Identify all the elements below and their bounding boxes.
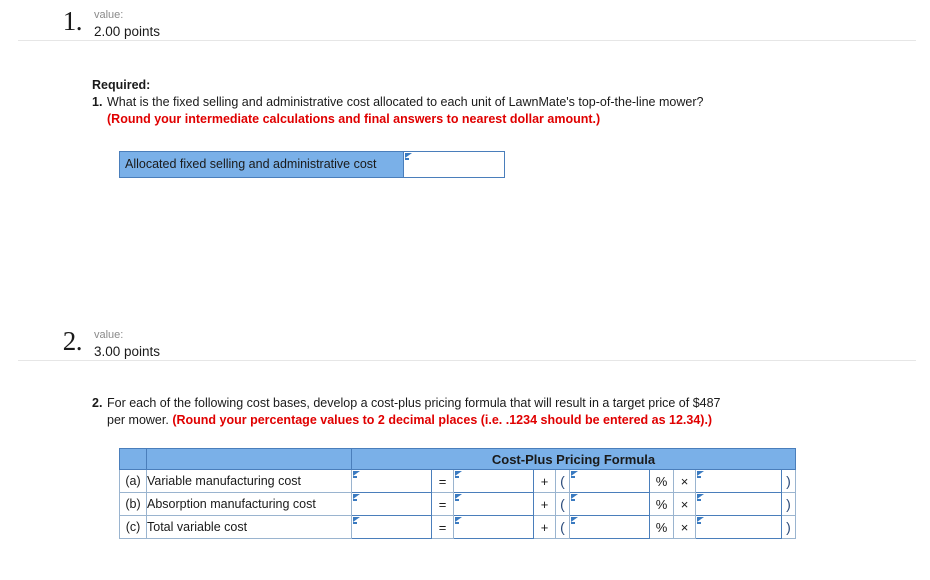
question-1-value-wrap: value: 2.00 points <box>94 6 160 40</box>
row-a-open-paren: ( <box>555 469 570 493</box>
row-c-base-cell[interactable] <box>453 515 534 539</box>
row-a-times-operator: × <box>673 469 696 493</box>
row-c-plus-operator: + <box>533 515 556 539</box>
table-row: (c) Total variable cost = + (% ×) <box>119 515 796 539</box>
row-b-open-paren: ( <box>555 492 570 516</box>
row-a-equals-operator: = <box>431 469 454 493</box>
row-b-price-input[interactable] <box>352 493 431 515</box>
allocated-cost-label: Allocated fixed selling and administrati… <box>119 151 404 178</box>
row-c-markup-cell[interactable] <box>569 515 650 539</box>
row-a-multiplier-input[interactable] <box>696 470 781 492</box>
question-1-points: 2.00 points <box>94 24 161 39</box>
question-2-points: 3.00 points <box>94 344 161 359</box>
row-c-price-input[interactable] <box>352 516 431 538</box>
row-c-percent-symbol: % <box>649 515 674 539</box>
required-label: Required: <box>92 78 151 92</box>
question-2-number: 2. <box>62 326 83 356</box>
row-b-price-cell[interactable] <box>351 492 432 516</box>
row-c-name: Total variable cost <box>146 515 352 539</box>
row-a-price-input[interactable] <box>352 470 431 492</box>
row-a-base-cell[interactable] <box>453 469 534 493</box>
question-2-value-wrap: value: 3.00 points <box>94 326 160 360</box>
allocated-cost-input[interactable] <box>404 152 504 177</box>
row-b-equals-operator: = <box>431 492 454 516</box>
question-2-text-red: (Round your percentage values to 2 decim… <box>172 412 713 427</box>
row-b-markup-input[interactable] <box>570 493 649 515</box>
row-c-open-paren: ( <box>555 515 570 539</box>
row-a-markup-cell[interactable] <box>569 469 650 493</box>
row-a-base-input[interactable] <box>454 470 533 492</box>
allocated-cost-input-cell[interactable] <box>403 151 505 178</box>
row-b-index: (b) <box>119 492 147 516</box>
question-1-body: Required: 1. What is the fixed selling a… <box>0 41 930 178</box>
row-a-multiplier-cell[interactable] <box>695 469 782 493</box>
question-1-header: 1. value: 2.00 points <box>0 0 930 40</box>
question-block-2: 2. value: 3.00 points 2. For each of the… <box>0 320 930 539</box>
question-1-text: What is the fixed selling and administra… <box>107 94 722 127</box>
row-a-index: (a) <box>119 469 147 493</box>
row-c-multiplier-input[interactable] <box>696 516 781 538</box>
allocated-cost-table: Allocated fixed selling and administrati… <box>119 151 505 178</box>
row-c-price-cell[interactable] <box>351 515 432 539</box>
table-row: (b) Absorption manufacturing cost = + ( <box>119 492 796 516</box>
row-c-close-paren: ) <box>781 515 796 539</box>
question-1-item-number: 1. <box>92 95 103 109</box>
row-a-price-cell[interactable] <box>351 469 432 493</box>
table-row: Allocated fixed selling and administrati… <box>119 151 505 178</box>
question-1-text-red: (Round your intermediate calculations an… <box>107 111 601 126</box>
cost-plus-header-row: Cost-Plus Pricing Formula <box>119 448 796 470</box>
question-1-number: 1. <box>62 6 83 36</box>
row-b-times-operator: × <box>673 492 696 516</box>
row-b-base-cell[interactable] <box>453 492 534 516</box>
question-2-item-number: 2. <box>92 396 103 410</box>
question-2-body: 2. For each of the following cost bases,… <box>0 361 930 539</box>
row-c-index: (c) <box>119 515 147 539</box>
row-a-markup-input[interactable] <box>570 470 649 492</box>
cost-plus-header-blank-name <box>146 448 352 470</box>
row-b-markup-cell[interactable] <box>569 492 650 516</box>
question-2-header: 2. value: 3.00 points <box>0 320 930 360</box>
row-c-base-input[interactable] <box>454 516 533 538</box>
table-row: (a) Variable manufacturing cost = + (% … <box>119 469 796 493</box>
row-c-markup-input[interactable] <box>570 516 649 538</box>
row-c-multiplier-cell[interactable] <box>695 515 782 539</box>
row-b-base-input[interactable] <box>454 493 533 515</box>
row-b-name: Absorption manufacturing cost <box>146 492 352 516</box>
cost-plus-header-title: Cost-Plus Pricing Formula <box>351 448 796 470</box>
question-1-text-row: 1. What is the fixed selling and adminis… <box>92 94 910 127</box>
row-b-close-paren: ) <box>781 492 796 516</box>
question-2-value-label: value: <box>94 329 124 341</box>
row-c-equals-operator: = <box>431 515 454 539</box>
question-1-value-label: value: <box>94 9 124 21</box>
row-a-percent-symbol: % <box>649 469 674 493</box>
question-2-text: For each of the following cost bases, de… <box>107 395 722 428</box>
cost-plus-header-blank-index <box>119 448 147 470</box>
row-b-plus-operator: + <box>533 492 556 516</box>
row-b-multiplier-input[interactable] <box>696 493 781 515</box>
question-1-text-plain: What is the fixed selling and administra… <box>107 95 704 109</box>
row-b-percent-symbol: % <box>649 492 674 516</box>
question-block-1: 1. value: 2.00 points Required: 1. What … <box>0 0 930 178</box>
cost-plus-pricing-table: Cost-Plus Pricing Formula (a) Variable m… <box>119 448 796 539</box>
row-a-plus-operator: + <box>533 469 556 493</box>
row-a-name: Variable manufacturing cost <box>146 469 352 493</box>
question-2-text-row: 2. For each of the following cost bases,… <box>92 395 910 428</box>
row-c-times-operator: × <box>673 515 696 539</box>
row-a-close-paren: ) <box>781 469 796 493</box>
row-b-multiplier-cell[interactable] <box>695 492 782 516</box>
